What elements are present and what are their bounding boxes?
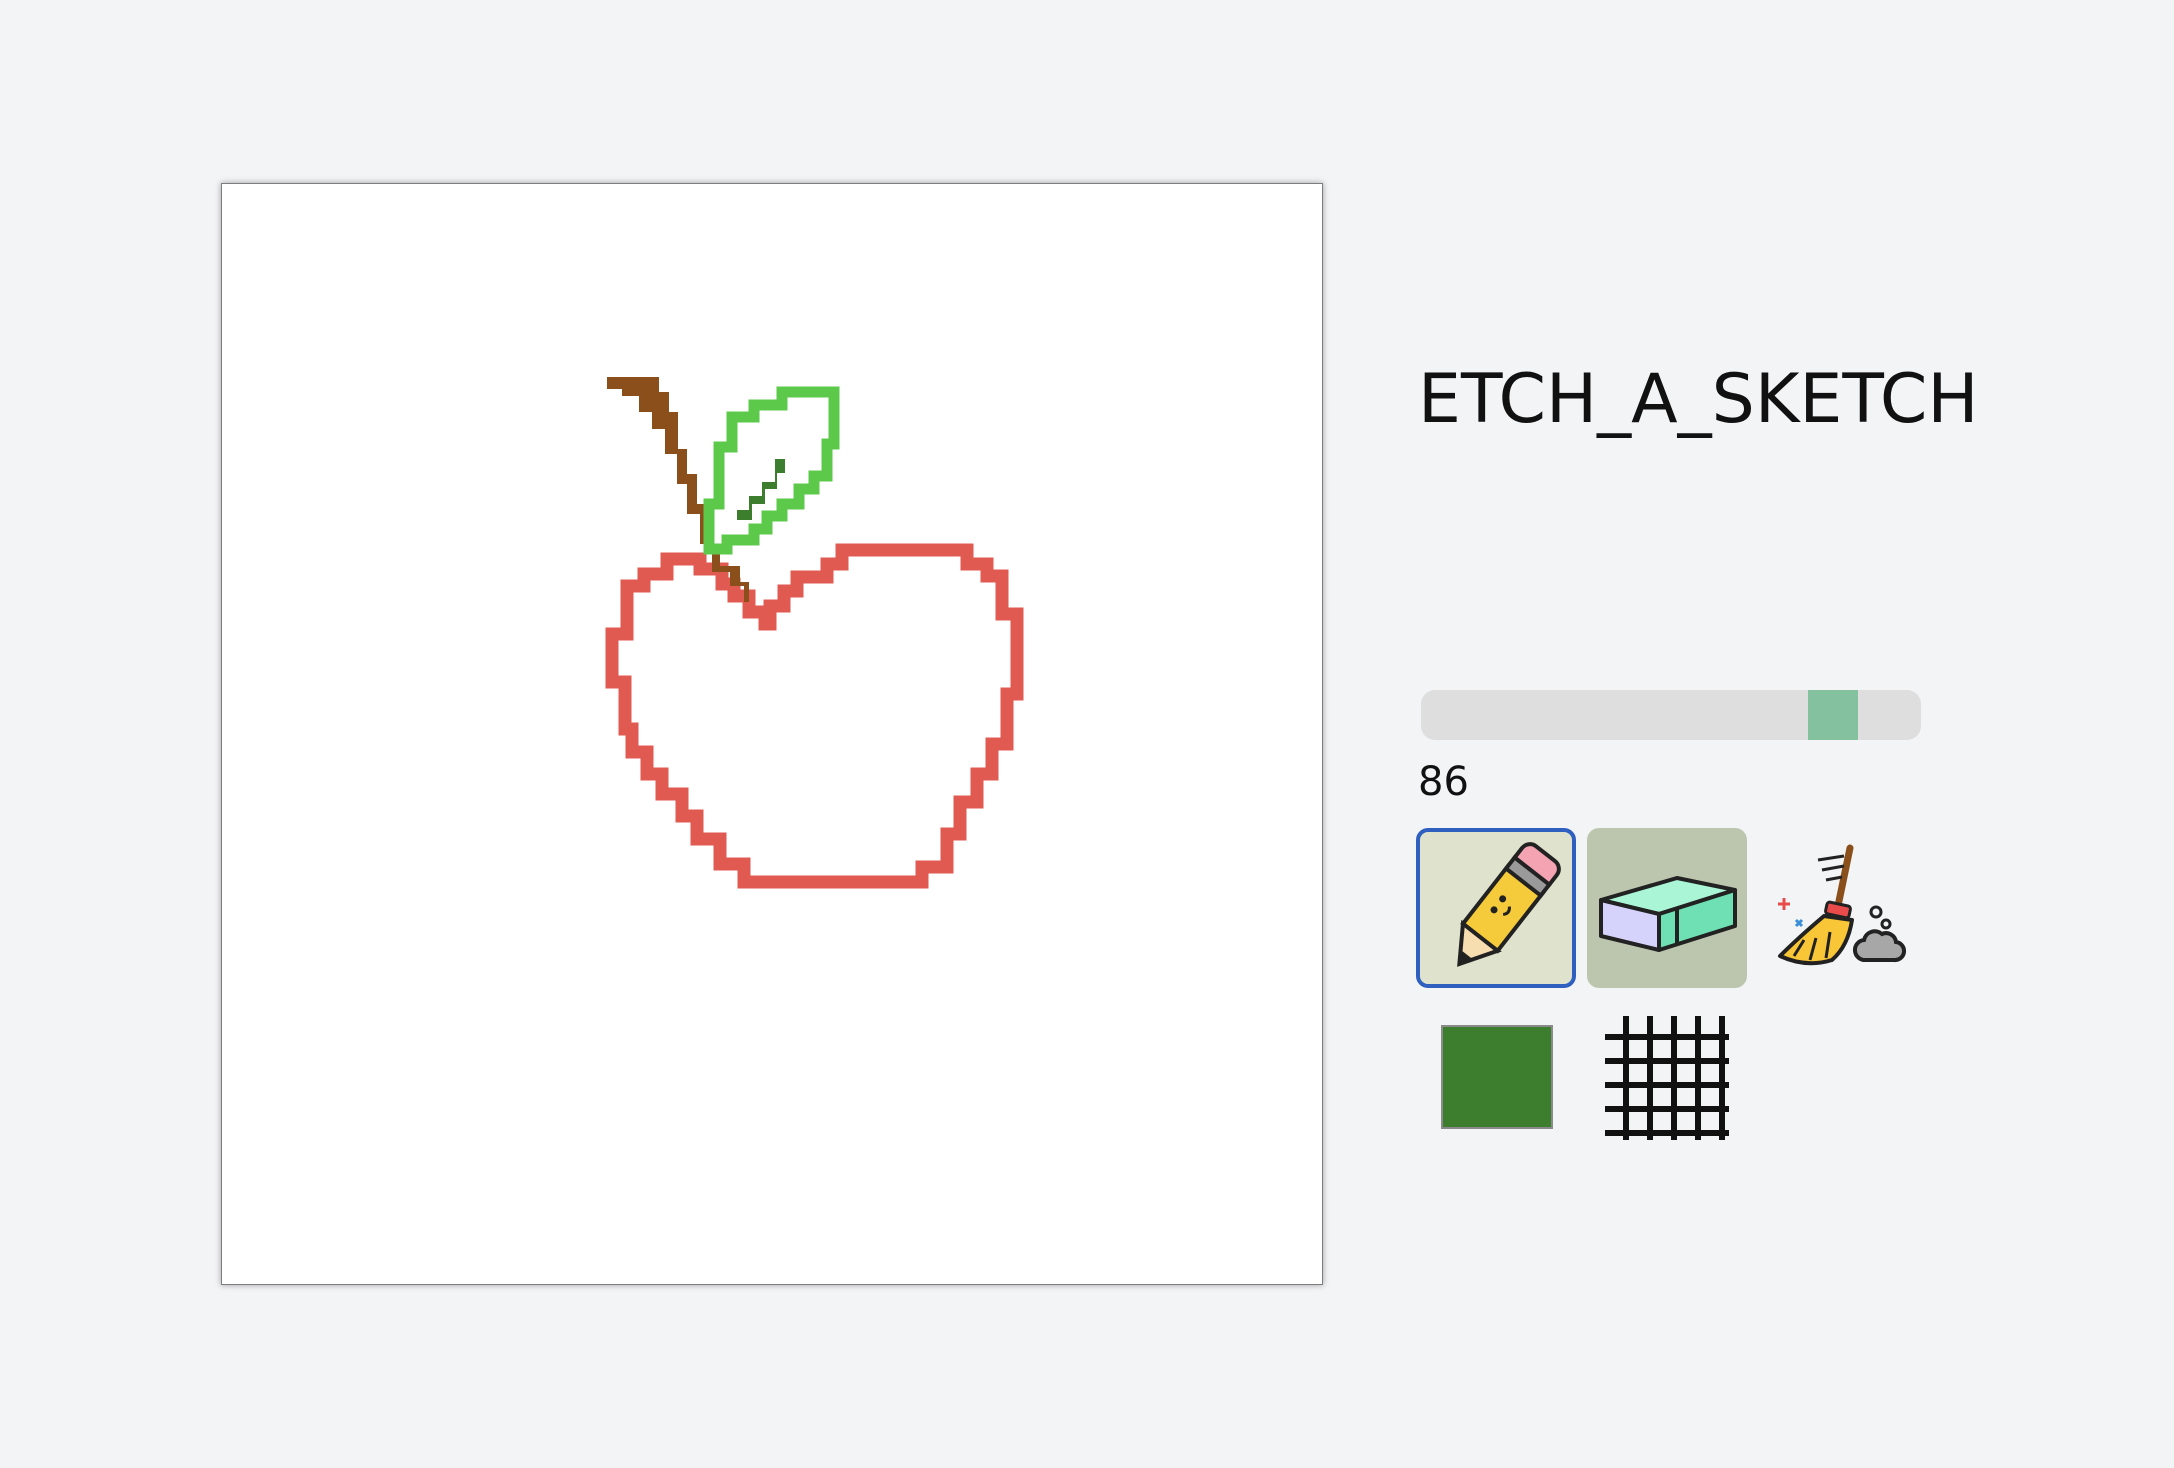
- broom-icon: [1778, 844, 1906, 966]
- grid-size-slider[interactable]: [1421, 690, 1921, 740]
- grid-lines-toggle[interactable]: [1602, 1013, 1732, 1143]
- pixel-drawing: [605, 377, 1024, 889]
- color-picker[interactable]: [1441, 1025, 1553, 1129]
- pencil-icon: [1457, 842, 1561, 967]
- pencil-button[interactable]: [1416, 828, 1576, 988]
- clear-canvas-button[interactable]: [1758, 828, 1918, 988]
- eraser-icon: [1599, 876, 1737, 952]
- grid-icon: [1605, 1016, 1729, 1140]
- drawing-canvas[interactable]: [221, 183, 1323, 1285]
- apple-stem-highlight: [642, 419, 650, 434]
- grid-size-value: 86: [1418, 759, 1469, 805]
- app-title: ETCH_A_SKETCH: [1418, 360, 1979, 439]
- eraser-button[interactable]: [1587, 828, 1747, 988]
- slider-thumb[interactable]: [1808, 690, 1858, 740]
- apple-outline: [605, 543, 1024, 889]
- apple-stem: [607, 377, 749, 602]
- leaf-outline: [703, 386, 840, 555]
